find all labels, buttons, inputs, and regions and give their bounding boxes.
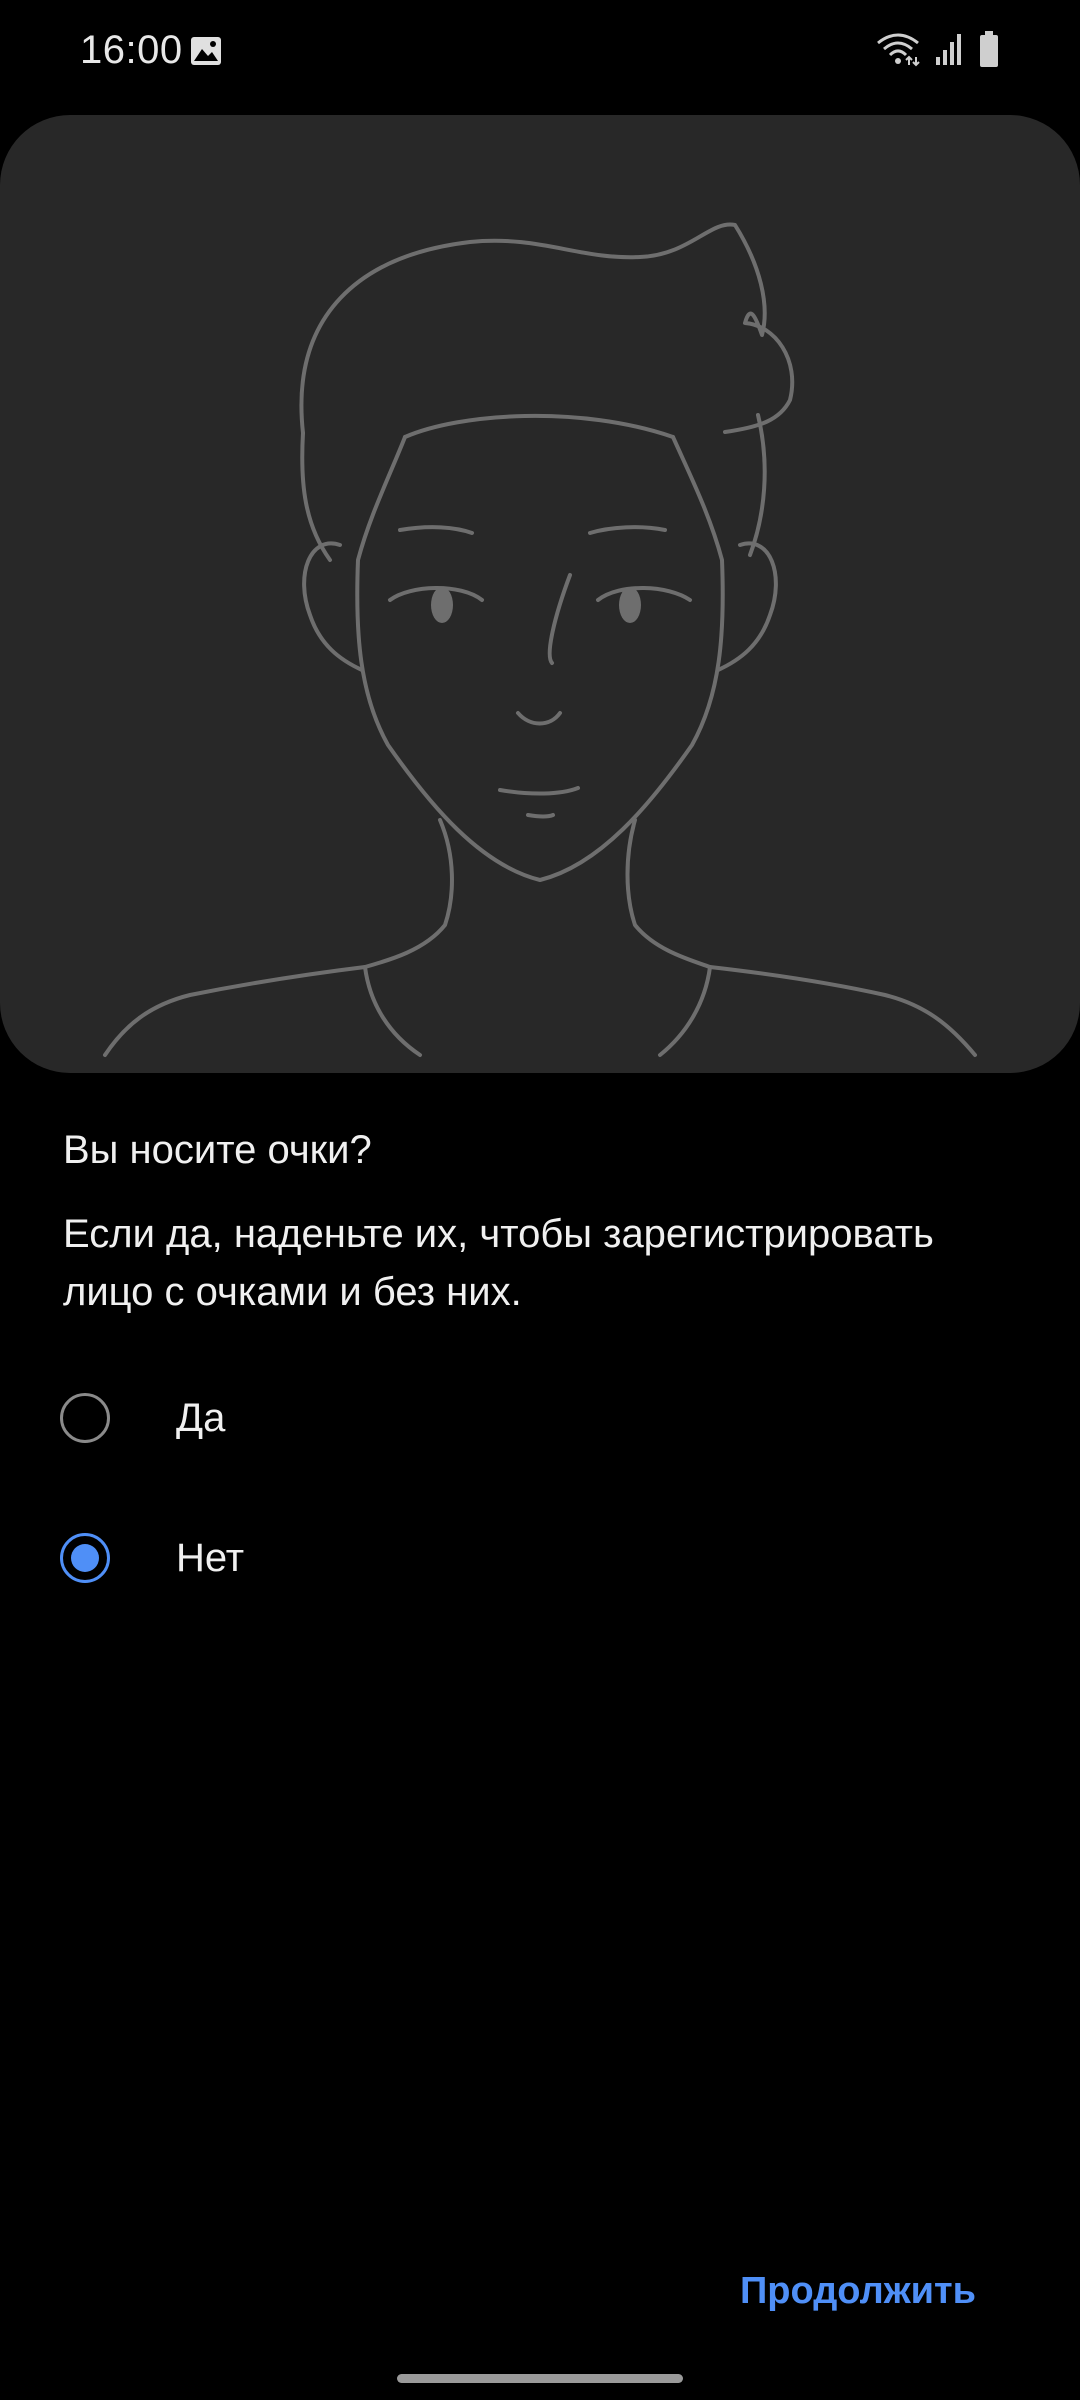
gallery-icon	[190, 36, 222, 71]
signal-icon	[934, 31, 964, 72]
face-recognition-glasses-screen: 16:00 Вы носите очки? Если да, наденьте …	[0, 0, 1080, 2400]
option-no-label: Нет	[176, 1535, 245, 1580]
wifi-icon	[876, 31, 920, 72]
status-icons	[876, 30, 1000, 73]
face-illustration-card	[0, 115, 1080, 1073]
option-yes-label: Да	[176, 1395, 226, 1440]
option-no[interactable]: Нет	[60, 1508, 1020, 1608]
continue-button[interactable]: Продолжить	[740, 2260, 976, 2323]
status-bar: 16:00	[0, 0, 1080, 110]
radio-button-yes[interactable]	[60, 1393, 110, 1443]
battery-icon	[978, 30, 1000, 73]
option-yes[interactable]: Да	[60, 1368, 1020, 1468]
glasses-description: Если да, наденьте их, чтобы зарегистриро…	[63, 1212, 934, 1314]
glasses-question: Вы носите очки?	[63, 1128, 372, 1172]
status-time: 16:00	[80, 28, 183, 72]
radio-button-no[interactable]	[60, 1533, 110, 1583]
navigation-handle[interactable]	[397, 2374, 683, 2383]
face-outline-illustration	[103, 222, 977, 1057]
